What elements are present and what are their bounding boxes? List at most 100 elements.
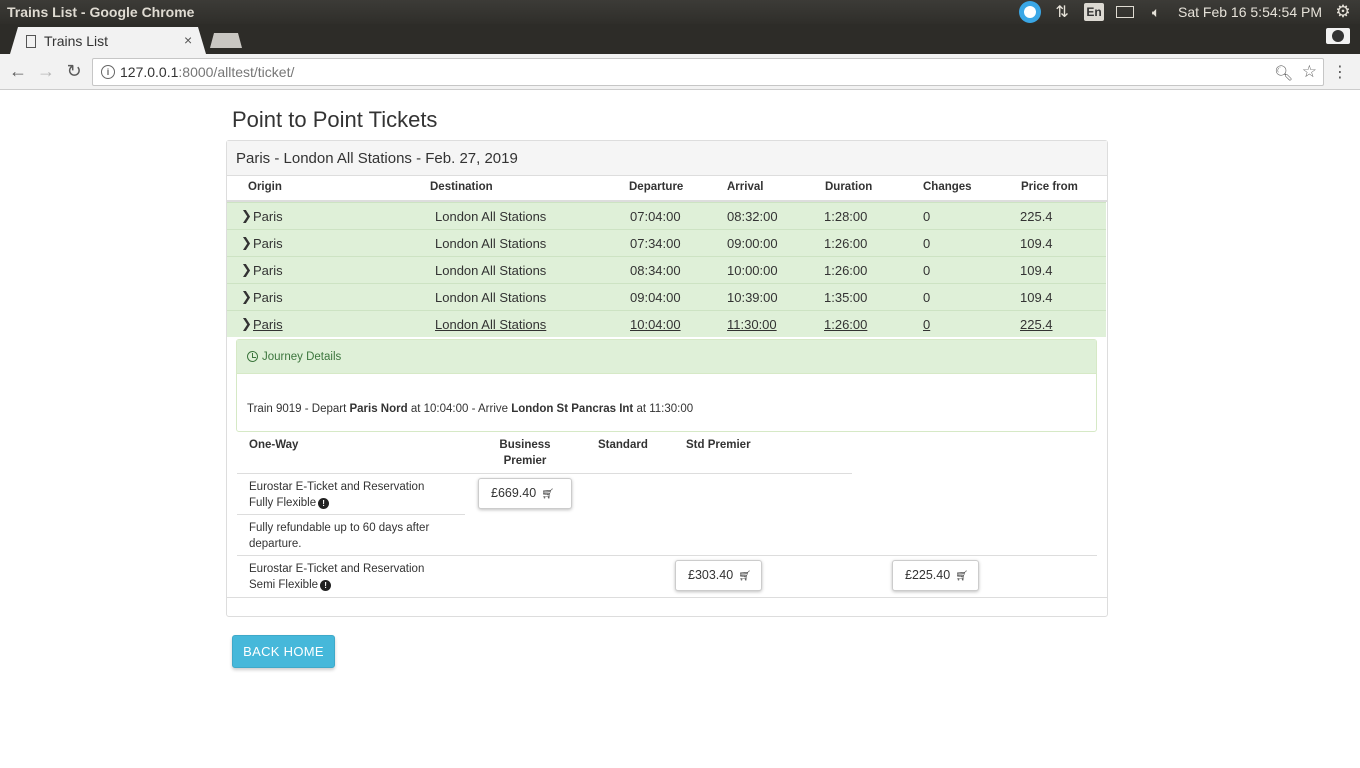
column-price-from: Price from [1021, 181, 1078, 193]
column-destination: Destination [430, 181, 493, 193]
back-arrow-icon[interactable]: ← [8, 61, 28, 81]
cart-icon: 🛒︎ [955, 571, 968, 582]
changes-cell: 0 [923, 290, 931, 305]
menu-icon[interactable]: ⋮ [1332, 62, 1348, 82]
url-path: :8000/alltest/ticket/ [178, 64, 295, 80]
arrive-station: London St Pancras Int [511, 403, 634, 415]
price-cell: 225.4 [1020, 317, 1053, 332]
clock[interactable]: Sat Feb 16 5:54:54 PM [1178, 0, 1322, 24]
changes-cell: 0 [923, 317, 931, 332]
arrival-cell: 09:00:00 [727, 236, 778, 251]
duration-cell: 1:28:00 [824, 209, 868, 224]
chevron-right-icon: ❯ [241, 262, 252, 277]
origin-cell: Paris [253, 209, 283, 224]
chevron-right-icon: ❯ [241, 316, 252, 331]
new-tab-button[interactable] [210, 33, 242, 48]
cart-icon: 🛒︎ [541, 489, 554, 500]
fully-flexible-note: Fully refundable up to 60 days after dep… [249, 522, 430, 550]
duration-cell: 1:26:00 [824, 317, 868, 332]
origin-cell: Paris [253, 290, 283, 305]
semi-flexible-line1: Eurostar E-Ticket and Reservation [249, 563, 425, 575]
column-origin: Origin [248, 181, 282, 193]
departure-cell: 09:04:00 [630, 290, 681, 305]
address-bar[interactable]: i 127.0.0.1:8000/alltest/ticket/ 🔍︎ ☆ [92, 58, 1324, 86]
cart-icon: 🛒︎ [738, 571, 751, 582]
keyboard-layout-indicator[interactable]: En [1084, 3, 1105, 21]
page-title: Point to Point Tickets [232, 107, 438, 132]
system-tray: ⇅ En 🔈︎ Sat Feb 16 5:54:54 PM ⚙ [1019, 0, 1352, 24]
clock-icon [247, 351, 258, 362]
network-icon[interactable]: ⇅ [1052, 0, 1072, 24]
journey-mid: at 10:04:00 - Arrive [407, 403, 512, 415]
reload-icon[interactable]: ↻ [64, 61, 84, 81]
browser-toolbar: ← → ↻ i 127.0.0.1:8000/alltest/ticket/ 🔍… [0, 54, 1360, 90]
fare-row-divider [237, 555, 1097, 556]
document-icon [26, 35, 36, 48]
fully-flexible-line2: Fully Flexible [249, 497, 317, 509]
depart-station: Paris Nord [349, 403, 408, 415]
zoom-icon[interactable]: 🔍︎ [1274, 64, 1293, 82]
journey-details-heading: Journey Details [237, 340, 1096, 374]
destination-cell: London All Stations [435, 290, 547, 305]
close-icon[interactable]: × [184, 32, 192, 48]
destination-cell: London All Stations [435, 236, 547, 251]
volume-icon[interactable]: 🔈︎ [1146, 0, 1166, 24]
destination-cell: London All Stations [435, 209, 547, 224]
changes-cell: 0 [923, 263, 931, 278]
arrival-cell: 08:32:00 [727, 209, 778, 224]
train-row[interactable]: ❯ Paris London All Stations 09:04:00 10:… [227, 283, 1106, 310]
duration-cell: 1:26:00 [824, 236, 868, 251]
fare-header-standard: Standard [598, 439, 648, 451]
fare-header-business-premier: Business Premier [499, 439, 551, 467]
mail-icon[interactable] [1116, 6, 1135, 18]
departure-cell: 07:34:00 [630, 236, 681, 251]
train-row[interactable]: ❯ Paris London All Stations 08:34:00 10:… [227, 256, 1106, 283]
url-host: 127.0.0.1 [120, 64, 179, 80]
train-row[interactable]: ❯ Paris London All Stations 07:04:00 08:… [227, 202, 1106, 229]
skype-icon[interactable] [1019, 1, 1042, 23]
journey-summary: Train 9019 - Depart Paris Nord at 10:04:… [247, 403, 693, 415]
departure-cell: 10:04:00 [630, 317, 681, 332]
duration-cell: 1:35:00 [824, 290, 868, 305]
fare-note-divider [237, 514, 465, 515]
origin-cell: Paris [253, 317, 283, 332]
departure-cell: 07:04:00 [630, 209, 681, 224]
tab-trains-list[interactable]: Trains List × [10, 27, 206, 54]
os-top-bar: Trains List - Google Chrome ⇅ En 🔈︎ Sat … [0, 0, 1360, 24]
info-icon[interactable]: ! [320, 580, 332, 591]
info-icon[interactable]: i [101, 65, 115, 79]
origin-cell: Paris [253, 236, 283, 251]
profile-icon[interactable] [1326, 28, 1350, 44]
journey-arrive-suffix: at 11:30:00 [633, 403, 694, 415]
extra-price-button[interactable]: £225.40 🛒︎ [892, 560, 979, 591]
price-cell: 225.4 [1020, 209, 1053, 224]
chevron-right-icon: ❯ [241, 208, 252, 223]
gear-icon[interactable]: ⚙ [1334, 0, 1352, 24]
column-departure: Departure [629, 181, 684, 193]
url-text[interactable]: 127.0.0.1:8000/alltest/ticket/ [120, 64, 294, 80]
business-premier-price-button[interactable]: £669.40 🛒︎ [478, 478, 572, 509]
semi-flexible-line2: Semi Flexible [249, 579, 319, 591]
fully-flexible-line1: Eurostar E-Ticket and Reservation [249, 481, 425, 493]
forward-arrow-icon[interactable]: → [36, 61, 56, 81]
fare-header-divider [237, 473, 852, 474]
journey-train-prefix: Train 9019 - Depart [247, 403, 350, 415]
destination-cell: London All Stations [435, 263, 547, 278]
train-row[interactable]: ❯ Paris London All Stations 07:34:00 09:… [227, 229, 1106, 256]
journey-details-panel: Journey Details Train 9019 - Depart Pari… [236, 339, 1097, 432]
price-label: £225.40 [905, 568, 951, 582]
chevron-right-icon: ❯ [241, 235, 252, 250]
train-row-selected[interactable]: ❯ Paris London All Stations 10:04:00 11:… [227, 310, 1106, 337]
panel-heading: Paris - London All Stations - Feb. 27, 2… [227, 141, 1107, 176]
route-heading: Paris - London All Stations - Feb. 27, 2… [236, 150, 518, 167]
std-premier-price-button[interactable]: £303.40 🛒︎ [675, 560, 762, 591]
column-changes: Changes [923, 181, 972, 193]
price-cell: 109.4 [1020, 263, 1053, 278]
tab-title: Trains List [44, 33, 109, 49]
origin-cell: Paris [253, 263, 283, 278]
column-duration: Duration [825, 181, 873, 193]
bookmark-star-icon[interactable]: ☆ [1302, 62, 1317, 82]
info-icon[interactable]: ! [318, 498, 330, 509]
destination-cell: London All Stations [435, 317, 547, 332]
back-home-button[interactable]: BACK HOME [232, 635, 335, 668]
